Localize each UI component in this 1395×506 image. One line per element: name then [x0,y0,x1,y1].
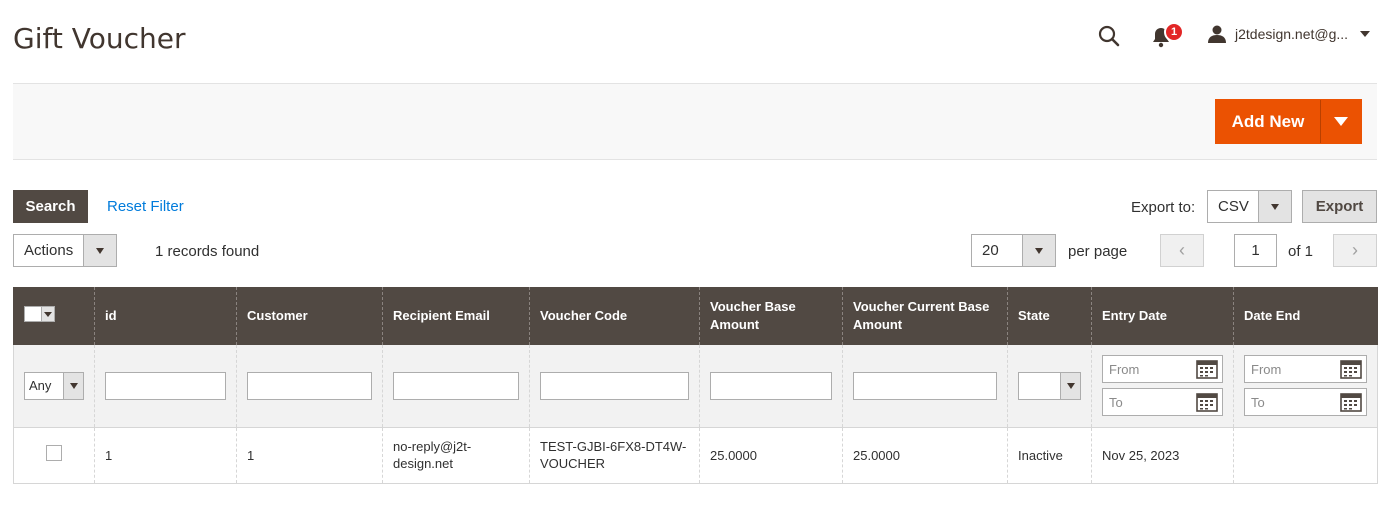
column-header-recipient-email[interactable]: Recipient Email [382,287,530,345]
calendar-icon[interactable] [1340,392,1362,413]
previous-page-button[interactable]: ‹ [1160,234,1204,267]
voucher-code-filter-input[interactable] [540,371,689,400]
voucher-grid: id Customer Recipient Email Voucher Code… [13,287,1378,484]
export-to-label: Export to: [1131,199,1196,216]
table-row[interactable]: 1 1 no-reply@j2t-design.net TEST-GJBI-6F… [13,427,1378,484]
mass-select-dropdown[interactable] [24,306,55,322]
calendar-icon[interactable] [1196,359,1218,380]
add-new-split-button: Add New [1215,99,1362,144]
state-filter-select[interactable] [1018,371,1081,400]
cell-entry-date: Nov 25, 2023 [1091,427,1234,484]
entry-date-from-placeholder: From [1109,361,1140,377]
chevron-down-icon [1360,31,1371,37]
in-selection-filter-value: Any [29,378,52,394]
column-header-customer[interactable]: Customer [236,287,383,345]
base-amount-filter-input[interactable] [710,371,832,400]
grid-filter-row: Any From To From To [13,345,1378,428]
caret-down-icon [1066,382,1075,389]
entry-date-to-placeholder: To [1109,394,1123,410]
date-end-from-input[interactable]: From [1244,355,1367,384]
customer-filter-input[interactable] [247,371,372,400]
column-header-voucher-current-base-amount[interactable]: Voucher Current Base Amount [842,287,1008,345]
id-filter-input[interactable] [105,371,226,400]
user-icon [1208,25,1226,43]
column-header-state[interactable]: State [1007,287,1092,345]
cell-customer: 1 [236,427,383,484]
calendar-icon[interactable] [1196,392,1218,413]
entry-date-to-input[interactable]: To [1102,388,1223,417]
column-header-voucher-code[interactable]: Voucher Code [529,287,700,345]
add-new-dropdown-toggle[interactable] [1320,100,1361,143]
export-button[interactable]: Export [1302,190,1377,223]
per-page-select[interactable]: 20 [971,234,1056,267]
entry-date-from-input[interactable]: From [1102,355,1223,384]
page-actions-bar: Add New [13,83,1377,160]
notification-count-badge: 1 [1164,22,1184,42]
export-format-select[interactable]: CSV [1207,190,1292,223]
user-name: j2tdesign.net@g... [1235,26,1349,42]
export-format-value: CSV [1218,198,1249,215]
date-end-to-placeholder: To [1251,394,1265,410]
date-end-to-input[interactable]: To [1244,388,1367,417]
column-header-entry-date[interactable]: Entry Date [1091,287,1234,345]
calendar-icon[interactable] [1340,359,1362,380]
column-header-id[interactable]: id [94,287,237,345]
cell-base-amount: 25.0000 [699,427,843,484]
recipient-email-filter-input[interactable] [393,371,519,400]
date-end-from-placeholder: From [1251,361,1282,377]
cell-voucher-code: TEST-GJBI-6FX8-DT4W-VOUCHER [529,427,700,484]
search-icon[interactable] [1097,24,1121,48]
mass-select-header [13,287,95,345]
user-account-menu[interactable]: j2tdesign.net@g... [1207,22,1371,46]
notifications-button[interactable]: 1 [1150,22,1186,48]
caret-down-icon [1271,203,1279,210]
search-button[interactable]: Search [13,190,88,223]
cell-id: 1 [94,427,237,484]
add-new-button[interactable]: Add New [1216,100,1320,143]
current-page-input[interactable]: 1 [1234,234,1277,267]
row-select-checkbox[interactable] [46,445,62,461]
per-page-value: 20 [982,242,999,259]
cell-date-end [1233,427,1378,484]
caret-down-icon [96,247,104,254]
cell-recipient-email: no-reply@j2t-design.net [382,427,530,484]
cell-state: Inactive [1007,427,1092,484]
records-found-count: 1 records found [155,243,260,260]
caret-down-icon [69,382,78,389]
in-selection-filter[interactable]: Any [24,371,84,400]
current-amount-filter-input[interactable] [853,371,997,400]
cell-current-amount: 25.0000 [842,427,1008,484]
grid-header-row: id Customer Recipient Email Voucher Code… [13,287,1378,345]
per-page-label: per page [1068,243,1128,260]
reset-filter-link[interactable]: Reset Filter [107,198,184,215]
caret-down-icon [1334,117,1348,126]
column-header-voucher-base-amount[interactable]: Voucher Base Amount [699,287,843,345]
caret-down-icon [44,311,52,317]
mass-actions-select[interactable]: Actions [13,234,117,267]
page-title: Gift Voucher [13,22,186,55]
next-page-button[interactable]: › [1333,234,1377,267]
column-header-date-end[interactable]: Date End [1233,287,1378,345]
caret-down-icon [1035,247,1043,254]
total-pages-label: of 1 [1288,243,1314,260]
mass-actions-value: Actions [24,242,74,259]
